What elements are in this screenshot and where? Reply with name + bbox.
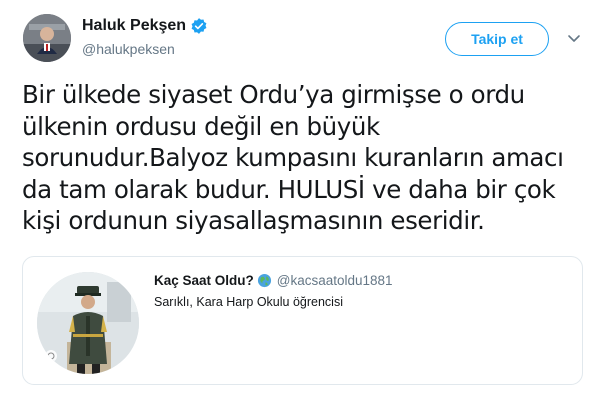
tweet-text: Bir ülkede siyaset Ordu’ya girmişse o or… [22,80,564,235]
quoted-tweet-thumbnail [37,272,139,374]
cadet-photo-icon [37,272,139,374]
quoted-tweet-card[interactable]: Kaç Saat Oldu? @kacsaatoldu1881 Sarıklı,… [22,256,583,385]
author-handle[interactable]: @halukpeksen [82,40,175,58]
author-display-name[interactable]: Haluk Pekşen [82,16,186,36]
follow-button[interactable]: Takip et [445,22,549,56]
globe-icon [257,273,272,288]
quoted-display-name[interactable]: Kaç Saat Oldu? [154,273,254,288]
author-name-row: Haluk Pekşen [82,16,208,36]
author-avatar[interactable] [23,14,71,62]
profile-photo-icon [23,14,71,62]
quoted-tweet-text: Sarıklı, Kara Harp Okulu öğrencisi [154,295,343,309]
quoted-tweet-header: Kaç Saat Oldu? @kacsaatoldu1881 [154,273,393,288]
chevron-down-icon[interactable] [566,30,582,46]
verified-badge-icon [190,17,208,35]
quoted-handle[interactable]: @kacsaatoldu1881 [277,273,393,288]
